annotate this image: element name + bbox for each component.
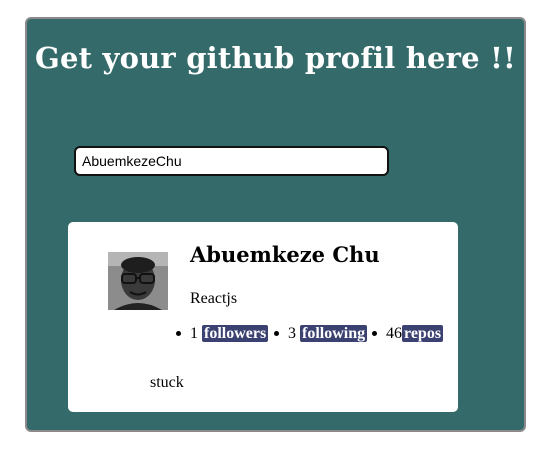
- profile-bio: Reactjs: [190, 290, 238, 307]
- profile-name: Abuemkeze Chu: [190, 242, 380, 267]
- search-field[interactable]: [74, 146, 389, 176]
- stat-following: 3 following: [272, 324, 370, 343]
- username-input[interactable]: [82, 153, 381, 169]
- page-title: Get your github profil here !!: [35, 41, 516, 75]
- followers-count: 1: [190, 325, 198, 342]
- profile-location: stuck: [150, 374, 184, 391]
- repos-count: 46: [386, 325, 402, 342]
- main-panel: Get your github profil here !! Abuemkeze…: [25, 17, 526, 432]
- profile-stats: 1 followers 3 following 46 repos: [174, 324, 468, 343]
- profile-card: Abuemkeze Chu Reactjs 1 followers 3 foll…: [68, 222, 458, 412]
- user-avatar-icon: [108, 252, 168, 310]
- following-count: 3: [288, 325, 296, 342]
- repos-badge: repos: [402, 325, 444, 342]
- following-badge: following: [300, 325, 368, 342]
- stat-followers: 1 followers: [174, 324, 272, 343]
- stat-repos: 46 repos: [370, 324, 468, 343]
- avatar: [108, 252, 168, 310]
- followers-badge: followers: [202, 325, 269, 342]
